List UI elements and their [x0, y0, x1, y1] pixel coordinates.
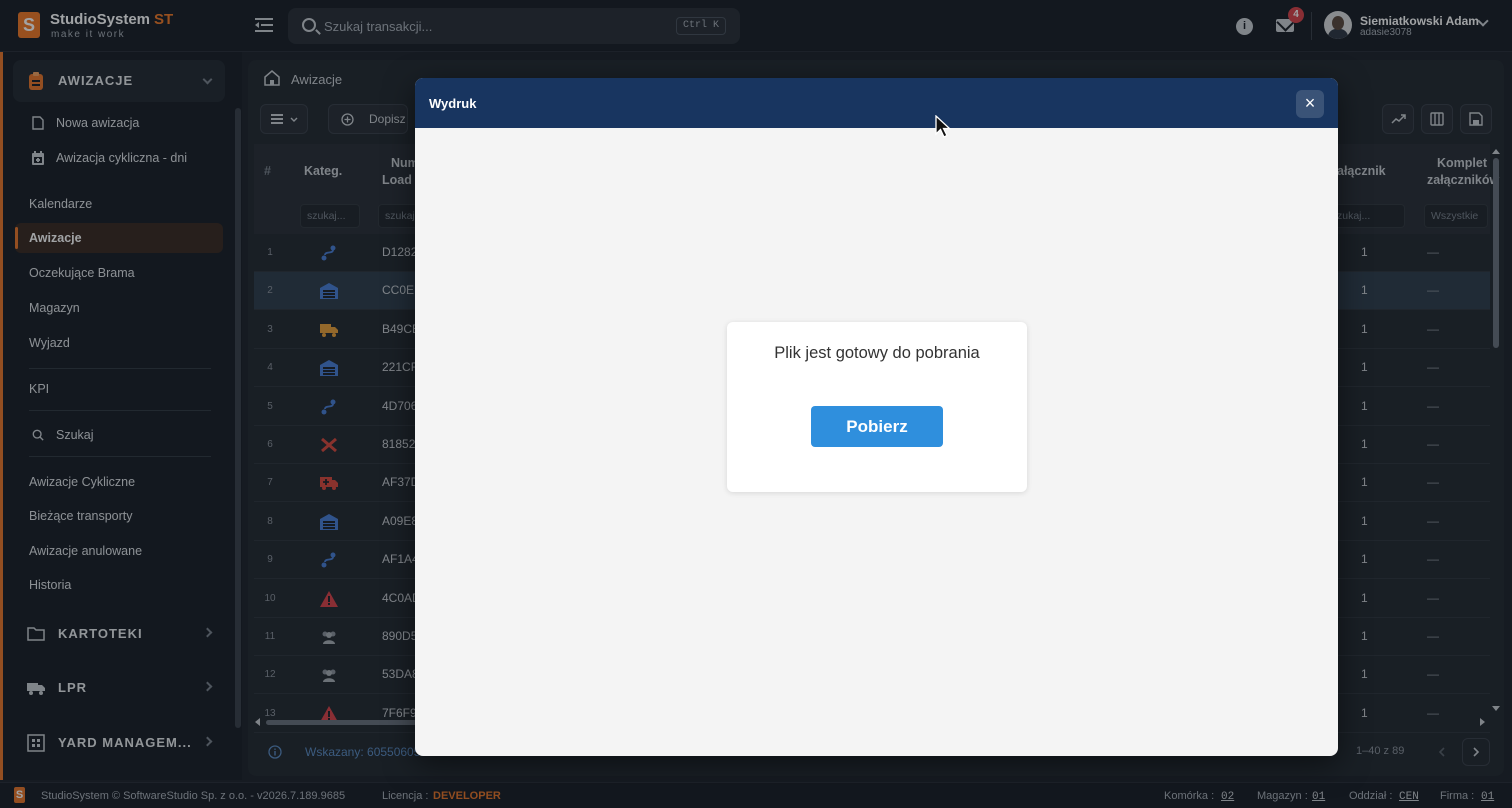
mouse-cursor-icon: [935, 115, 951, 138]
dialog-title: Wydruk: [429, 96, 477, 111]
dialog-header: Wydruk ×: [415, 78, 1338, 128]
print-dialog: Wydruk × Plik jest gotowy do pobrania Po…: [415, 78, 1338, 756]
download-card: Plik jest gotowy do pobrania Pobierz: [727, 322, 1027, 492]
download-button[interactable]: Pobierz: [811, 406, 943, 447]
close-button[interactable]: ×: [1296, 90, 1324, 118]
download-message: Plik jest gotowy do pobrania: [774, 344, 980, 362]
